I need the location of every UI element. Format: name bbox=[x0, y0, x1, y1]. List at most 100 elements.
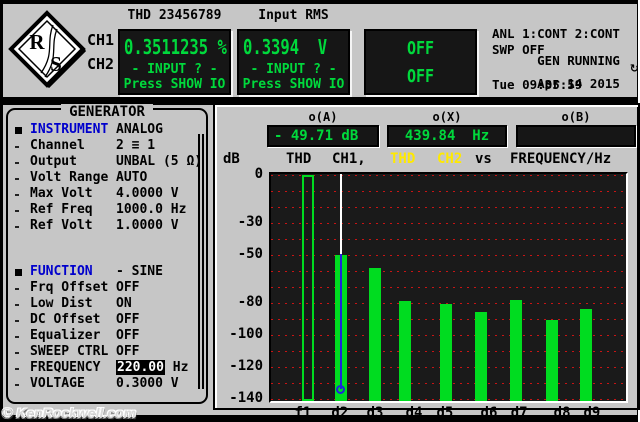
thd-value: 0.3511235 % bbox=[124, 35, 224, 59]
thd-hint: Press SHOW IO bbox=[120, 77, 229, 92]
generator-row-frequency[interactable]: FREQUENCY220.00 Hz bbox=[8, 360, 196, 376]
cursor-trace-line bbox=[340, 254, 342, 390]
row-tick-icon bbox=[15, 352, 19, 354]
row-value: - SINE bbox=[116, 264, 163, 279]
sweep-status-line: SWP OFF bbox=[492, 42, 637, 58]
cursor-b-readout bbox=[516, 125, 636, 147]
watermark: © KenRockwell.com bbox=[2, 405, 136, 421]
row-label: Max Volt bbox=[30, 186, 93, 201]
row-tick-icon bbox=[15, 226, 19, 228]
x-tick-d4: d4 bbox=[406, 405, 423, 421]
y-tick--30: -30 bbox=[215, 214, 263, 230]
row-label: VOLTAGE bbox=[30, 376, 85, 391]
row-tick-icon bbox=[15, 162, 19, 164]
row-value: 1.0000 V bbox=[116, 218, 179, 233]
generator-panel: GENERATOR INSTRUMENTANALOGChannel2 ≡ 1Ou… bbox=[6, 108, 208, 404]
generator-row-equalizer[interactable]: EqualizerOFF bbox=[8, 328, 196, 344]
y-tick--120: -120 bbox=[215, 358, 263, 374]
bar-d7 bbox=[510, 300, 522, 401]
generator-row-sweep-ctrl[interactable]: SWEEP CTRLOFF bbox=[8, 344, 196, 360]
row-label: INSTRUMENT bbox=[30, 122, 108, 137]
channel-2-label: CH2 bbox=[87, 55, 114, 73]
bar-d5 bbox=[440, 304, 452, 401]
x-tick-f1: f1 bbox=[295, 405, 312, 421]
generator-row-frq-offset[interactable]: Frq Offset OFF bbox=[8, 280, 196, 296]
status-block: GEN RUNNING ANL 1:CONT 2:CONT SWP OFF Ap… bbox=[492, 10, 637, 93]
row-tick-icon bbox=[15, 336, 19, 338]
generator-row-voltage[interactable]: VOLTAGE 0.3000 V bbox=[8, 376, 196, 392]
plot-area bbox=[269, 172, 628, 403]
row-value: OFF bbox=[116, 280, 139, 295]
gridline--10db bbox=[271, 191, 626, 192]
logo-letter-r: R bbox=[29, 30, 45, 54]
meter-3-ch1-value: OFF bbox=[366, 37, 475, 59]
x-tick-d8: d8 bbox=[554, 405, 571, 421]
row-value[interactable]: 220.00 Hz bbox=[116, 360, 188, 375]
legend-trace1-channel: CH1, bbox=[332, 151, 366, 167]
gridline--30db bbox=[271, 223, 626, 224]
generator-row-dc-offset[interactable]: DC OffsetOFF bbox=[8, 312, 196, 328]
gridline-0db bbox=[271, 175, 626, 176]
row-value: 2 ≡ 1 bbox=[116, 138, 155, 153]
row-value: 0.3000 V bbox=[116, 376, 179, 391]
row-value: OFF bbox=[116, 328, 139, 343]
gridline--60db bbox=[271, 271, 626, 272]
row-tick-icon bbox=[15, 320, 19, 322]
row-tick-icon bbox=[15, 194, 19, 196]
section-bullet-icon bbox=[15, 127, 22, 134]
generator-row-volt-range[interactable]: Volt RangeAUTO bbox=[8, 170, 196, 186]
cursor-x-readout: 439.84 Hz bbox=[387, 125, 507, 147]
generator-row-function[interactable]: FUNCTION - SINE bbox=[8, 264, 196, 280]
row-tick-icon bbox=[15, 146, 19, 148]
generator-row-low-dist[interactable]: Low DistON bbox=[8, 296, 196, 312]
row-value: OFF bbox=[116, 344, 139, 359]
row-label: Frq Offset bbox=[30, 280, 108, 295]
y-axis-unit-label: dB bbox=[223, 151, 240, 167]
y-tick--140: -140 bbox=[215, 390, 263, 406]
generator-scrollbar[interactable] bbox=[198, 134, 204, 389]
row-label: Volt Range bbox=[30, 170, 108, 185]
generator-row-max-volt[interactable]: Max Volt4.0000 V bbox=[8, 186, 196, 202]
time-line: Tue 09:35:59 bbox=[492, 77, 637, 93]
meter-3-ch2-value: OFF bbox=[366, 65, 475, 87]
gridline--50db bbox=[271, 255, 626, 256]
gridline--20db bbox=[271, 207, 626, 208]
y-axis-ticks: 0-30-50-80-100-120-140 bbox=[215, 172, 265, 403]
row-tick-icon bbox=[15, 368, 19, 370]
row-tick-icon bbox=[15, 384, 19, 386]
generator-row-output[interactable]: OutputUNBAL (5 Ω) bbox=[8, 154, 196, 170]
logo-letter-s: S bbox=[50, 52, 62, 76]
input-rms-meter-display: 0.3394 V - INPUT ? - Press SHOW IO bbox=[237, 29, 350, 95]
input-rms-hint: Press SHOW IO bbox=[239, 77, 348, 92]
row-label: FUNCTION bbox=[30, 264, 93, 279]
row-tick-icon bbox=[15, 288, 19, 290]
row-label: Ref Volt bbox=[30, 218, 93, 233]
y-tick-0: 0 bbox=[215, 166, 263, 182]
cursor-a-readout: - 49.71 dB bbox=[267, 125, 379, 147]
editable-value-highlight[interactable]: 220.00 bbox=[116, 360, 165, 375]
x-tick-d7: d7 bbox=[511, 405, 528, 421]
generator-row-ref-freq[interactable]: Ref Freq1000.0 Hz bbox=[8, 202, 196, 218]
legend-trace1-name: THD bbox=[286, 151, 311, 167]
gridline--70db bbox=[271, 287, 626, 288]
y-tick--50: -50 bbox=[215, 246, 263, 262]
meter-2-title: Input RMS bbox=[237, 8, 350, 24]
bar-d4 bbox=[399, 301, 411, 401]
bar-d8 bbox=[546, 320, 558, 401]
generator-row-instrument[interactable]: INSTRUMENT ANALOG bbox=[8, 122, 196, 138]
cursor-b-label: o(B) bbox=[516, 110, 636, 124]
x-tick-d5: d5 bbox=[437, 405, 454, 421]
generator-row-ref-volt[interactable]: Ref Volt 1.0000 V bbox=[8, 218, 196, 234]
gridline--40db bbox=[271, 239, 626, 240]
x-axis-label: FREQUENCY/Hz bbox=[510, 151, 611, 167]
cursor-x-label: o(X) bbox=[387, 110, 507, 124]
cursor-line[interactable] bbox=[340, 174, 342, 254]
row-value: UNBAL (5 Ω) bbox=[116, 154, 202, 169]
row-value: ANALOG bbox=[116, 122, 163, 137]
row-value: OFF bbox=[116, 312, 139, 327]
bar-d3 bbox=[369, 268, 381, 401]
row-value: 1000.0 Hz bbox=[116, 202, 186, 217]
row-value: ON bbox=[116, 296, 132, 311]
busy-indicator-icon: ↻ bbox=[630, 62, 639, 75]
generator-row-channel[interactable]: Channel2 ≡ 1 bbox=[8, 138, 196, 154]
